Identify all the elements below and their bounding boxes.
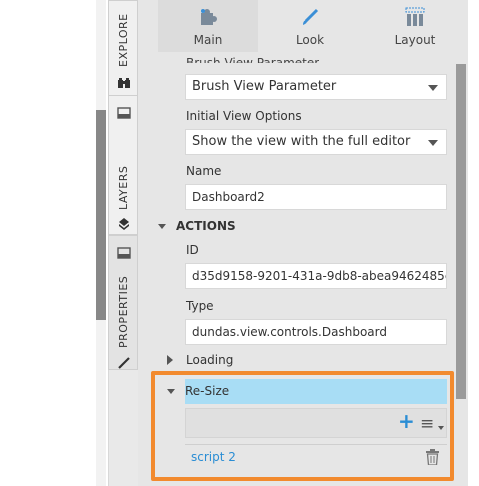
layout-grid-icon	[405, 7, 425, 27]
panel-icon	[117, 104, 131, 119]
loading-row[interactable]: Loading	[186, 353, 233, 367]
highlight-box	[151, 371, 454, 481]
panel-scrollbar-thumb[interactable]	[456, 64, 466, 399]
loading-expand-icon[interactable]	[167, 355, 173, 365]
layers-icon	[117, 215, 131, 230]
actions-collapse-icon[interactable]	[158, 224, 166, 229]
brush-icon	[300, 7, 320, 27]
brush-view-select[interactable]: Brush View Parameter	[185, 74, 447, 100]
outer-scrollbar-thumb[interactable]	[96, 110, 106, 320]
binoculars-icon	[117, 74, 131, 88]
tab-layers-label: LAYERS	[117, 165, 130, 210]
tab-look[interactable]: Look	[260, 0, 360, 52]
name-label: Name	[186, 164, 222, 178]
initial-view-select[interactable]: Show the view with the full editor	[185, 129, 447, 155]
brush-view-label-cutoff: Brush View Parameter	[186, 56, 320, 63]
tab-main-label: Main	[193, 33, 223, 47]
name-field[interactable]: Dashboard2	[185, 184, 447, 210]
type-field[interactable]: dundas.view.controls.Dashboard	[185, 319, 447, 345]
initial-view-label: Initial View Options	[186, 109, 302, 123]
pencil-icon	[117, 354, 131, 369]
id-field[interactable]: d35d9158-9201-431a-9db8-abea9462485e	[185, 263, 447, 289]
tab-layout[interactable]: Layout	[365, 0, 465, 52]
puzzle-icon	[198, 7, 218, 27]
tab-layout-label: Layout	[394, 33, 436, 47]
tab-layers[interactable]: LAYERS	[108, 95, 138, 235]
id-label: ID	[186, 243, 199, 257]
type-label: Type	[186, 299, 214, 313]
tab-explore-label: EXPLORE	[117, 13, 130, 67]
panel-icon	[117, 244, 131, 259]
tab-look-label: Look	[295, 33, 325, 47]
actions-heading: ACTIONS	[176, 219, 236, 233]
tab-properties[interactable]: PROPERTIES	[108, 235, 138, 370]
tab-main[interactable]: Main	[158, 0, 258, 52]
tab-properties-label: PROPERTIES	[117, 275, 130, 348]
toolbar: Main Look Layout	[138, 0, 468, 60]
tab-explore[interactable]: EXPLORE	[108, 0, 138, 102]
